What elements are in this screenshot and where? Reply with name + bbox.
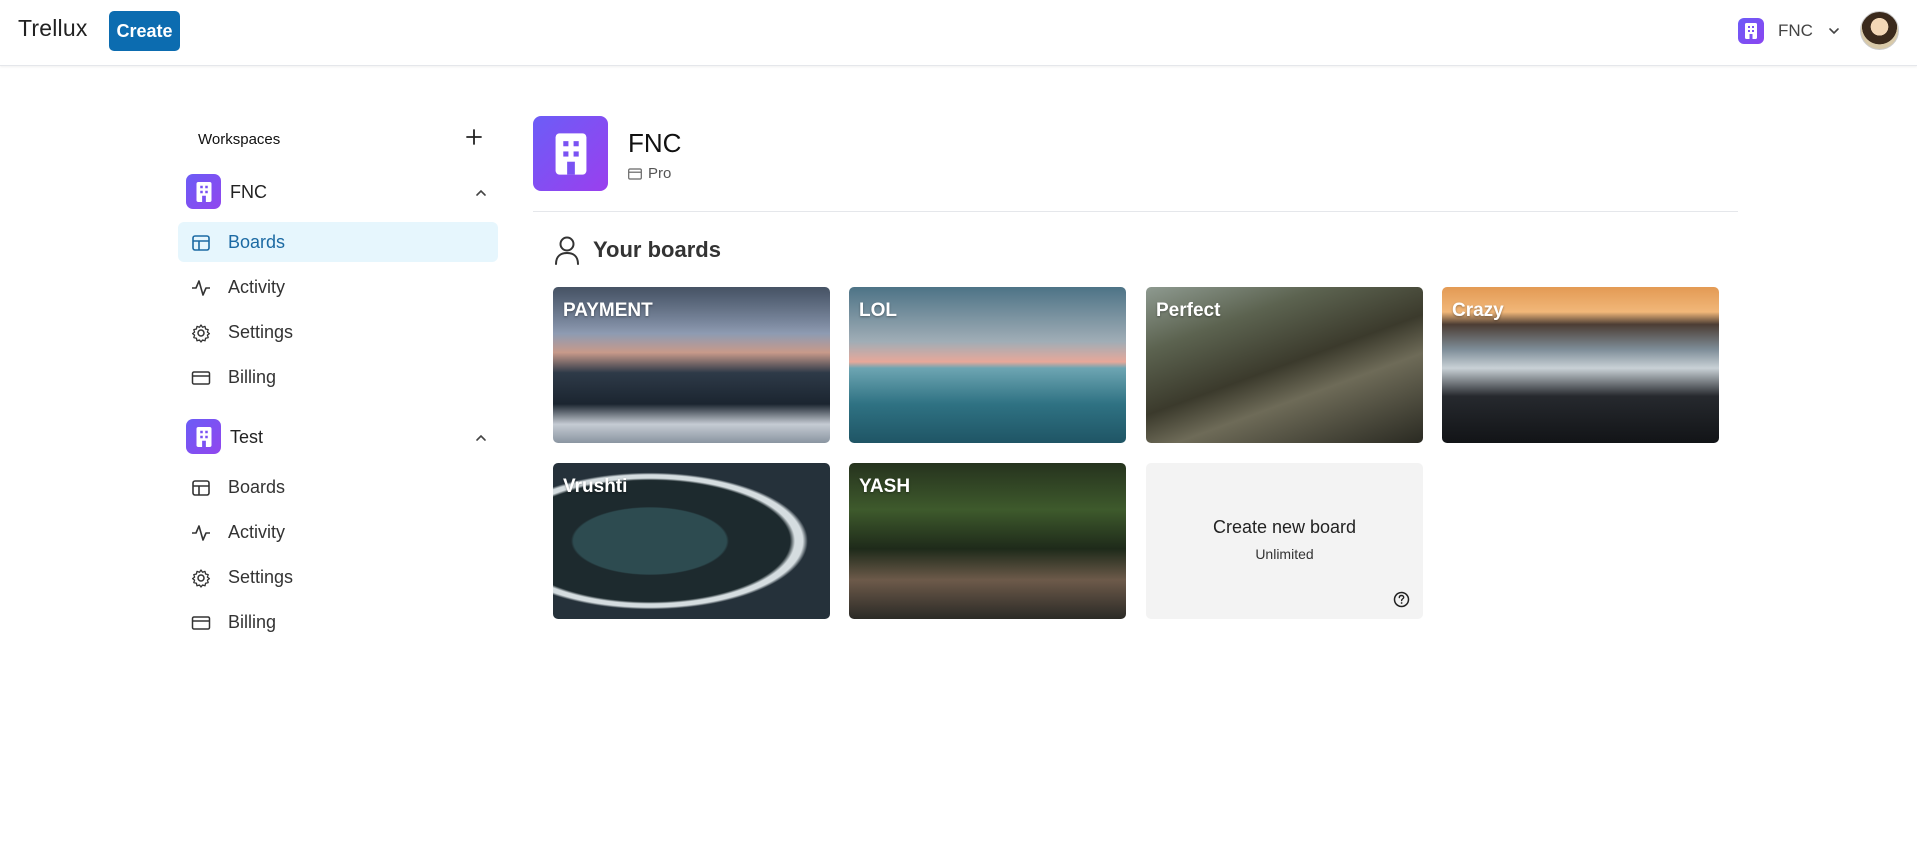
workspace-name: Test [230, 427, 264, 447]
plan-badge: Pro [628, 165, 671, 182]
plus-icon [466, 129, 482, 145]
workspaces-header: Workspaces [198, 129, 488, 149]
board-title: Crazy [1452, 300, 1504, 321]
board-title: LOL [859, 300, 897, 321]
board-title: PAYMENT [563, 300, 653, 321]
sidebar-item-label: Boards [228, 477, 286, 497]
board-card[interactable]: Perfect [1146, 287, 1423, 443]
board-card[interactable]: YASH [849, 463, 1126, 619]
gear-icon [191, 569, 211, 588]
activity-icon [192, 280, 210, 296]
sidebar-item-label: Activity [228, 522, 286, 542]
board-card[interactable]: LOL [849, 287, 1126, 443]
help-icon[interactable] [1393, 591, 1410, 608]
sidebar-item-boards[interactable]: Boards [178, 467, 498, 507]
activity-icon [192, 525, 210, 541]
sidebar-item-label: Billing [228, 612, 277, 632]
chevron-down-icon [1829, 28, 1839, 35]
boards-section-header: Your boards [553, 234, 721, 266]
board-card[interactable]: PAYMENT [553, 287, 830, 443]
workspace-name: FNC [230, 182, 267, 202]
building-icon [186, 419, 221, 454]
workspace-switcher[interactable]: FNC [1738, 18, 1841, 44]
create-board-title: Create new board [1212, 517, 1357, 537]
credit-card-icon [191, 371, 211, 385]
credit-card-icon [628, 167, 642, 180]
board-icon [192, 235, 210, 251]
building-icon [555, 132, 586, 175]
workspaces-label: Workspaces [198, 131, 281, 148]
board-icon [192, 480, 210, 496]
workspace-switcher-label: FNC [1778, 21, 1813, 40]
workspace-toggle-fnc[interactable]: FNC [186, 174, 490, 210]
sidebar-item-activity[interactable]: Activity [178, 267, 498, 307]
sidebar-item-label: Billing [228, 367, 277, 387]
page-title: FNC [628, 128, 682, 158]
building-icon [186, 174, 221, 209]
sidebar-item-billing[interactable]: Billing [178, 357, 498, 397]
app-logo[interactable]: Trellux [18, 15, 88, 42]
sidebar-item-label: Boards [228, 232, 286, 252]
user-icon [555, 236, 579, 265]
add-workspace-button[interactable] [462, 125, 486, 149]
building-icon [1738, 18, 1764, 44]
create-board-card[interactable]: Create new board Unlimited [1146, 463, 1423, 619]
sidebar-item-billing[interactable]: Billing [178, 602, 498, 642]
boards-heading: Your boards [593, 237, 721, 262]
board-card[interactable]: Vrushti [553, 463, 830, 619]
sidebar-item-settings[interactable]: Settings [178, 312, 498, 352]
board-title: Perfect [1156, 300, 1221, 321]
sidebar-item-label: Activity [228, 277, 286, 297]
sidebar-item-boards[interactable]: Boards [178, 222, 498, 262]
chevron-up-icon [476, 434, 486, 441]
create-board-subtitle: Unlimited [1255, 546, 1314, 562]
board-title: YASH [859, 476, 911, 497]
divider [533, 211, 1738, 212]
sidebar-item-settings[interactable]: Settings [178, 557, 498, 597]
sidebar-item-label: Settings [228, 322, 294, 342]
board-card[interactable]: Crazy [1442, 287, 1719, 443]
workspace-logo [533, 116, 608, 191]
create-button[interactable]: Create [109, 11, 180, 51]
board-title: Vrushti [563, 476, 628, 497]
gear-icon [191, 324, 211, 343]
workspace-toggle-test[interactable]: Test [186, 419, 490, 455]
credit-card-icon [191, 616, 211, 630]
chevron-up-icon [476, 189, 486, 196]
top-navbar: Trellux Create FNC [0, 0, 1917, 66]
sidebar-item-activity[interactable]: Activity [178, 512, 498, 552]
plan-label: Pro [648, 165, 672, 182]
avatar[interactable] [1860, 11, 1899, 50]
sidebar-item-label: Settings [228, 567, 294, 587]
